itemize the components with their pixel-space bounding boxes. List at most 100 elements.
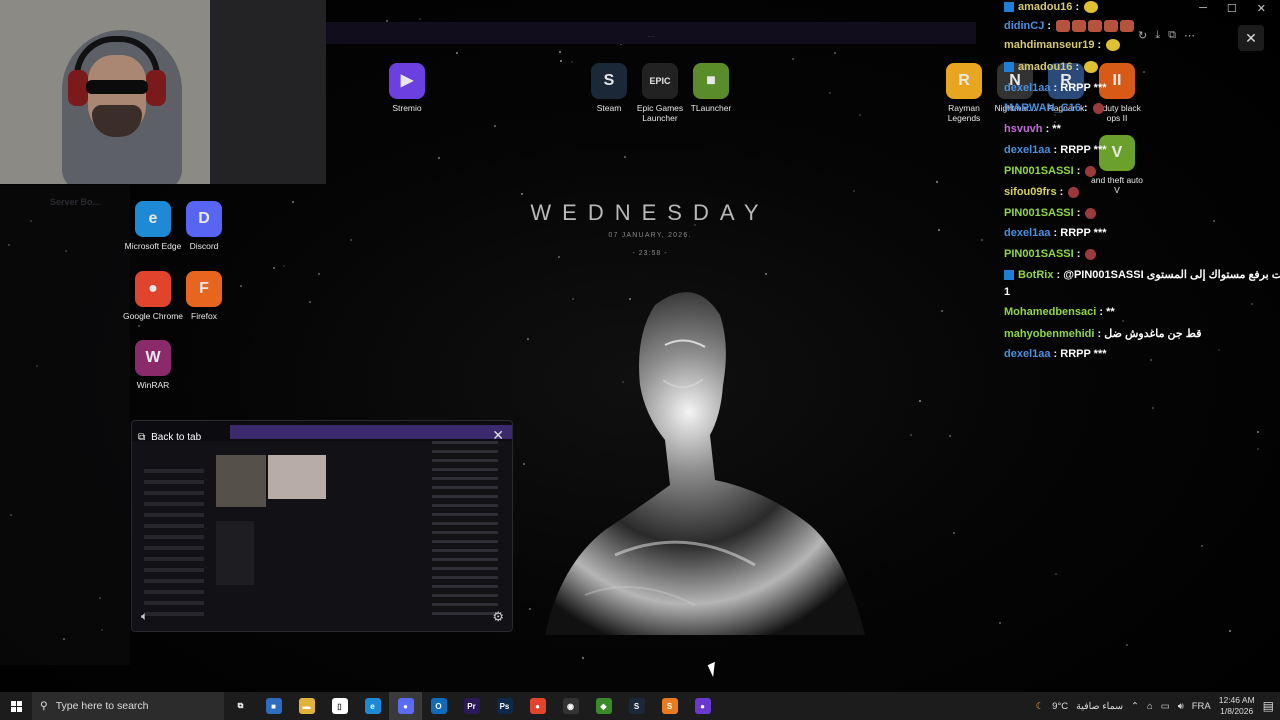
picture-in-picture-player[interactable]: ⧉ Back to tab ✕ 🔈︎ ⚙ [131,420,513,632]
taskbar-app-obs[interactable]: ◉ [554,692,587,720]
taskbar-app-browser-active[interactable]: ● [389,692,422,720]
steam-icon: S [591,63,627,99]
star [1126,644,1128,646]
taskbar: ⚲ Type here to search ⧉ ■ ▬ ▯ e ● O Pr Ps ● ◉ ◆ S S ● … [0,692,1280,720]
desktop-icon-firefox[interactable]: F Firefox [174,271,234,321]
desktop-icon-winrar[interactable]: W WinRAR [123,340,183,390]
chat-message: PIN001SASSI : [1004,165,1097,177]
star [582,657,584,659]
chat-username[interactable]: PIN001SASSI [1004,248,1074,260]
wallpaper-chrome-figure [545,292,865,635]
chat-username[interactable]: BotRix [1018,269,1053,281]
chat-username[interactable]: didinCJ [1004,20,1044,32]
chat-username[interactable]: dexel1aa [1004,348,1050,360]
wallpaper-time: - 23:58 - [632,250,668,257]
star [953,532,955,534]
star [1055,573,1057,575]
volume-icon[interactable]: 🔈︎ [141,609,148,624]
desktop-icon-discord[interactable]: D Discord [174,201,234,251]
winrar-icon: W [135,340,171,376]
taskbar-app-task-view[interactable]: ⧉ [224,692,257,720]
window-controls: ─ ☐ ✕ [1199,2,1266,15]
notepad-icon: ▯ [331,698,348,714]
background-discord-sidebar: Server Bo... [0,185,130,665]
taskbar-app-outlook[interactable]: O [422,692,455,720]
rotate-icon[interactable]: ↻ [1138,29,1147,42]
taskbar-app-app-purple[interactable]: ● [686,692,719,720]
pip-close-button[interactable]: ✕ [492,427,504,444]
maximize-icon[interactable]: ☐ [1227,2,1237,15]
language-indicator[interactable]: FRA [1192,701,1211,712]
close-icon[interactable]: ✕ [1257,2,1266,15]
chat-username[interactable]: amadou16 [1018,1,1072,13]
chat-username[interactable]: dexel1aa [1004,227,1050,239]
browser-active-icon: ● [397,698,414,714]
desktop-icon-stremio[interactable]: ▶ Stremio [377,63,437,113]
taskbar-app-edge[interactable]: e [356,692,389,720]
chat-separator: : [1094,328,1105,340]
chat-separator: : [1050,348,1061,360]
usb-icon[interactable]: ▭ [1161,701,1170,712]
taskbar-app-sublime[interactable]: S [653,692,686,720]
weather-text[interactable]: سماء صافية [1076,701,1123,712]
taskbar-app-steam[interactable]: S [620,692,653,720]
chat-username[interactable]: PIN001SASSI [1004,207,1074,219]
taskbar-app-photoshop[interactable]: Ps [488,692,521,720]
image-viewer-controls: ↻ ⤓ ⧉ ⋯ [1138,29,1195,42]
open-external-icon[interactable]: ⧉ [1168,29,1176,42]
chat-separator: : [1073,207,1084,219]
minimize-icon[interactable]: ─ [1199,2,1207,15]
chat-separator: : [1073,165,1084,177]
chevron-up-icon[interactable]: ⌃ [1131,701,1139,712]
weather-temp[interactable]: 9°C [1052,701,1068,712]
desktop-icon-tlauncher[interactable]: ■ TLauncher [681,63,741,113]
chat-emote-icon [1085,207,1097,219]
desktop: ... Server Bo... ▶ Stremio S Steam EPIC Epic … [0,0,1280,692]
taskbar-app-store[interactable]: ■ [257,692,290,720]
settings-gear-icon[interactable]: ⚙ [492,609,504,625]
taskbar-app-premiere[interactable]: Pr [455,692,488,720]
search-icon: ⚲ [40,700,48,712]
taskbar-app-file-explorer[interactable]: ▬ [290,692,323,720]
chat-username[interactable]: mahyobenmehidi [1004,328,1094,340]
tlauncher-icon: ■ [693,63,729,99]
chat-separator: : [1050,82,1061,94]
chat-username[interactable]: sifou09frs [1004,186,1057,198]
clock[interactable]: 12:46 AM 1/8/2026 [1219,695,1255,717]
chat-username[interactable]: amadou16 [1018,61,1072,73]
download-icon[interactable]: ⤓ [1155,29,1160,42]
chat-username[interactable]: PIN001SASSI [1004,165,1074,177]
chat-username[interactable]: Mohamedbensaci [1004,306,1096,318]
pip-channel-list [144,469,204,619]
taskbar-search-box[interactable]: ⚲ Type here to search [32,692,224,720]
chat-message: hsvuvh : ** [1004,123,1061,135]
chat-badge-icon [1004,62,1014,73]
chat-username[interactable]: MARWAN_C16 [1004,102,1081,114]
chat-username[interactable]: hsvuvh [1004,123,1043,135]
chat-separator: : [1053,269,1064,281]
chat-separator: : [1056,186,1067,198]
taskbar-app-chrome[interactable]: ● [521,692,554,720]
start-button[interactable] [0,692,32,720]
taskbar-app-notepad[interactable]: ▯ [323,692,356,720]
chat-username[interactable]: dexel1aa [1004,82,1050,94]
chat-text: ** [1106,306,1115,318]
discord-icon: D [186,201,222,237]
chat-text: RRPP *** [1060,227,1107,239]
taskbar-app-app-green[interactable]: ◆ [587,692,620,720]
back-to-tab-button[interactable]: ⧉ Back to tab [138,428,201,446]
network-icon[interactable]: ⌂ [1147,701,1153,712]
chat-username[interactable]: dexel1aa [1004,144,1050,156]
volume-icon[interactable]: 🔊︎ [1178,701,1184,712]
chat-message: dexel1aa : RRPP *** [1004,144,1107,156]
system-tray: ☾ 9°C سماء صافية ⌃ ⌂ ▭ 🔊︎ FRA 12:46 AM 1… [1036,692,1280,720]
star [438,157,440,159]
edge-icon: e [364,698,381,714]
viewer-close-button[interactable]: ✕ [1238,25,1264,51]
more-icon[interactable]: ⋯ [1184,29,1195,42]
chat-emote-icon [1106,39,1121,52]
chat-message: Mohamedbensaci : ** [1004,306,1115,318]
notification-icon[interactable]: ▤ [1263,699,1274,713]
chat-username[interactable]: mahdimanseur19 [1004,39,1094,51]
weather-icon[interactable]: ☾ [1036,701,1045,712]
